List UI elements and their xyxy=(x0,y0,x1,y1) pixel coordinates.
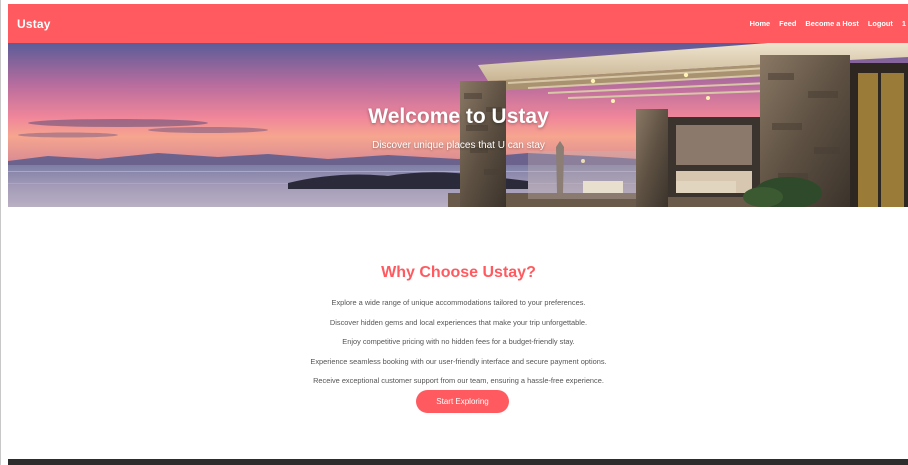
nav-link-logout[interactable]: Logout xyxy=(868,19,893,28)
why-list-item: Experience seamless booking with our use… xyxy=(310,356,607,366)
why-list-item: Discover hidden gems and local experienc… xyxy=(329,317,588,327)
why-list-item: Receive exceptional customer support fro… xyxy=(313,376,604,385)
nav-link-user[interactable]: 1 xyxy=(902,19,906,28)
nav-links: Home Feed Become a Host Logout 1 xyxy=(750,19,908,28)
footer-bar xyxy=(8,459,908,465)
nav-link-feed[interactable]: Feed xyxy=(779,19,796,28)
navbar: Ustay Home Feed Become a Host Logout 1 xyxy=(8,4,908,43)
why-list-item: Enjoy competitive pricing with no hidden… xyxy=(342,337,575,346)
why-list: Explore a wide range of unique accommoda… xyxy=(8,293,908,391)
why-list-item: Explore a wide range of unique accommoda… xyxy=(331,298,586,307)
start-exploring-button[interactable]: Start Exploring xyxy=(416,390,509,413)
page-frame: Ustay Home Feed Become a Host Logout 1 W… xyxy=(0,0,908,465)
why-title: Why Choose Ustay? xyxy=(381,264,536,281)
hero-banner: Welcome to Ustay Discover unique places … xyxy=(8,43,908,207)
why-choose-section: Why Choose Ustay? Explore a wide range o… xyxy=(8,207,908,459)
nav-link-home[interactable]: Home xyxy=(750,19,771,28)
hero-background-image xyxy=(8,43,908,207)
nav-link-become-host[interactable]: Become a Host xyxy=(805,19,858,28)
brand-logo[interactable]: Ustay xyxy=(17,17,51,31)
